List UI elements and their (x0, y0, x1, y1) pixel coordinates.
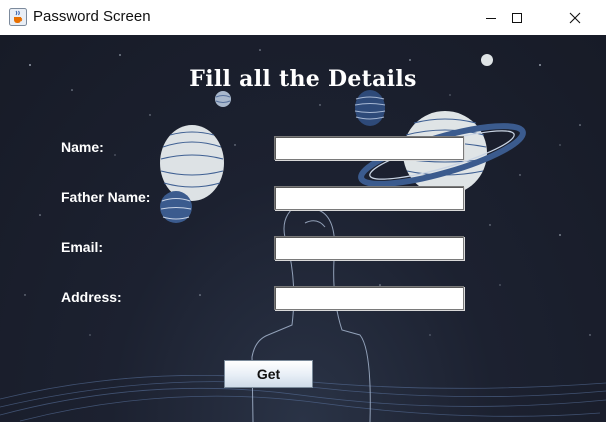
maximize-icon (512, 12, 522, 23)
address-field[interactable] (274, 286, 464, 310)
maximize-button[interactable] (494, 0, 540, 35)
address-label: Address: (61, 289, 122, 305)
name-field[interactable] (274, 136, 464, 160)
application-window: Password Screen Fill all the Details Nam… (0, 0, 606, 422)
small-planet-icon (215, 91, 231, 107)
close-button[interactable] (552, 0, 598, 35)
father-name-field[interactable] (274, 186, 464, 210)
title-bar[interactable]: Password Screen (0, 0, 606, 35)
form-heading: Fill all the Details (189, 66, 417, 92)
email-label: Email: (61, 239, 104, 255)
java-cup-icon (9, 8, 27, 26)
father-name-label: Father Name: (61, 189, 151, 205)
form-panel: Fill all the Details Name: Father Name: … (0, 35, 606, 422)
close-icon (569, 12, 581, 23)
get-button[interactable]: Get (224, 360, 313, 388)
window-title: Password Screen (33, 8, 151, 25)
email-field[interactable] (274, 236, 464, 260)
name-label: Name: (61, 139, 104, 155)
